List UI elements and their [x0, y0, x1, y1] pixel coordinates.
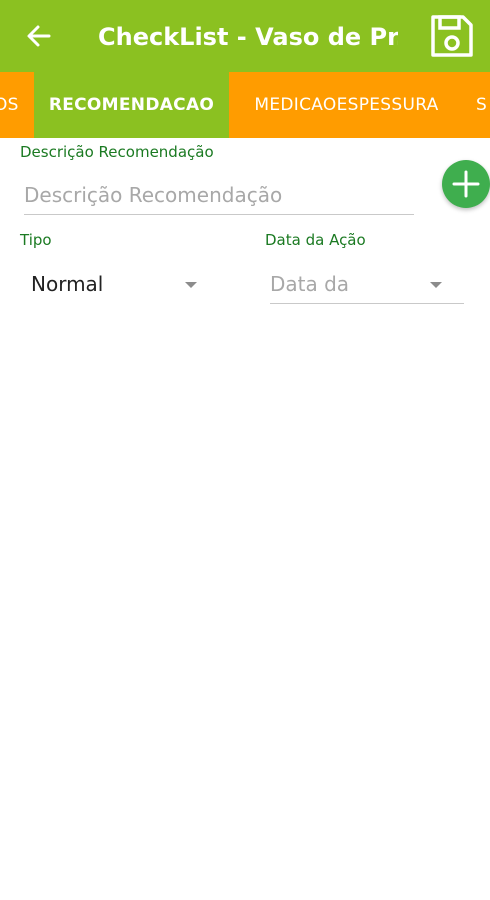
tab-next[interactable]: S	[476, 72, 490, 138]
back-button[interactable]	[22, 19, 56, 53]
tab-bar: OS RECOMENDACAO MEDICAOESPESSURA S	[0, 72, 490, 138]
floppy-disk-icon	[431, 15, 473, 57]
add-button[interactable]	[442, 160, 490, 208]
descricao-input[interactable]	[24, 175, 414, 215]
arrow-left-icon	[27, 25, 51, 47]
app-bar: CheckList - Vaso de Pr...	[0, 0, 490, 72]
tipo-label: Tipo	[20, 231, 52, 249]
tab-os[interactable]: OS	[0, 72, 34, 138]
data-acao-placeholder: Data da	[270, 272, 350, 296]
tab-medicaoespessura[interactable]: MEDICAOESPESSURA	[229, 72, 464, 138]
dropdown-arrow-icon	[185, 282, 197, 288]
save-button[interactable]	[427, 11, 477, 61]
dropdown-arrow-icon	[430, 282, 442, 288]
app-title: CheckList - Vaso de Pr...	[98, 23, 398, 51]
tipo-select[interactable]: Normal	[31, 264, 201, 304]
data-acao-select[interactable]: Data da	[270, 264, 464, 304]
data-acao-label: Data da Ação	[265, 231, 366, 249]
tipo-value: Normal	[31, 272, 104, 296]
tab-recomendacao[interactable]: RECOMENDACAO	[34, 72, 229, 138]
plus-icon	[452, 170, 480, 198]
descricao-label: Descrição Recomendação	[20, 143, 214, 161]
